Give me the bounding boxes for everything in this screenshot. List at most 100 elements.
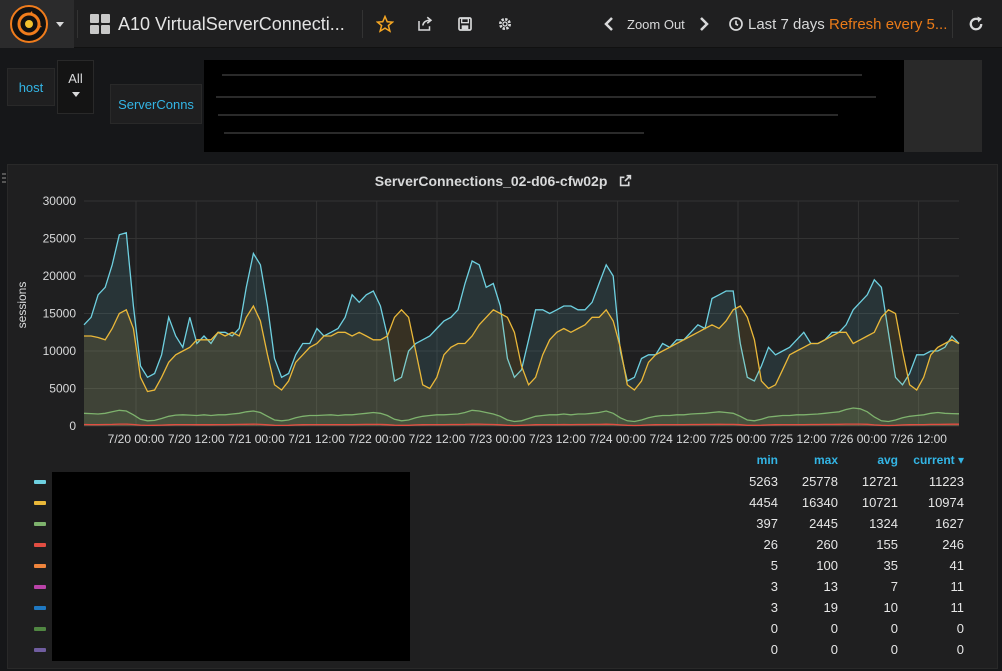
legend-current-value: 11 [950,579,965,594]
legend-row[interactable]: 397 2445 1324 1627 [30,514,975,535]
time-range-button[interactable]: Last 7 days [728,0,825,48]
legend-avg-value: 155 [876,537,898,552]
legend-max-value: 19 [823,600,838,615]
y-axis-label: sessions [15,282,29,329]
legend-header-3[interactable]: current ▾ [904,453,964,469]
redacted-series-name[interactable] [52,577,410,598]
legend-min-value: 4454 [749,495,778,510]
legend-avg-value: 10 [883,600,898,615]
legend-row[interactable]: 5 100 35 41 [30,556,975,577]
legend-header-0[interactable]: min [718,453,778,469]
legend-avg-value: 0 [890,621,898,636]
legend-avg-value: 0 [890,642,898,657]
gear-icon[interactable] [493,12,517,36]
legend-current-value: 11 [950,600,965,615]
legend-max-value: 16340 [801,495,838,510]
legend-avg-value: 7 [890,579,898,594]
grafana-menu-button[interactable] [0,0,74,48]
legend-color-swatch[interactable] [34,606,46,610]
legend-color-swatch[interactable] [34,585,46,589]
redacted-series-name[interactable] [52,535,410,556]
legend-color-swatch[interactable] [34,648,46,652]
redacted-series-name[interactable] [52,556,410,577]
time-range-label: Last 7 days [748,15,825,33]
y-tick-label: 30000 [43,194,77,208]
legend-min-value: 397 [756,516,778,531]
y-tick-label: 25000 [43,232,77,246]
dashboard-title: A10 VirtualServerConnecti... [118,13,345,34]
serverconns-variable-label: ServerConns [110,84,202,124]
legend-color-swatch[interactable] [34,480,46,484]
legend-row[interactable]: 4454 16340 10721 10974 [30,493,975,514]
divider [952,10,953,38]
redacted-series-name[interactable] [52,598,410,619]
x-tick-label: 7/25 12:00 [770,432,827,446]
dashboard-picker-button[interactable]: A10 VirtualServerConnecti... [80,0,362,48]
redacted-series-name[interactable] [52,472,410,493]
chevron-right-icon[interactable] [692,12,716,36]
redacted-series-name[interactable] [52,619,410,640]
grafana-logo-icon [10,5,48,43]
y-tick-label: 15000 [43,307,77,321]
star-icon[interactable] [373,12,397,36]
legend-color-swatch[interactable] [34,543,46,547]
legend-header-1[interactable]: max [778,453,838,469]
legend-current-value: 11223 [928,474,964,489]
x-tick-label: 7/24 12:00 [649,432,706,446]
x-tick-label: 7/23 00:00 [469,432,526,446]
refresh-interval-label: Refresh every 5... [829,15,948,33]
legend-row[interactable]: 3 13 7 11 [30,577,975,598]
legend-min-value: 5 [770,558,778,573]
x-tick-label: 7/21 00:00 [228,432,285,446]
legend-max-value: 0 [830,621,838,636]
x-axis-ticks: 7/20 00:00 7/20 12:00 7/21 00:00 7/21 12:00… [108,432,948,446]
serverconns-label-text: ServerConns [118,96,194,112]
legend-current-value: 41 [949,558,964,573]
divider [362,10,363,38]
dashboard-grid-icon [90,14,110,34]
legend-max-value: 100 [816,558,838,573]
legend-min-value: 3 [770,600,778,615]
legend-current-value: 10974 [927,495,964,510]
chart-series-areas [83,231,960,427]
chevron-down-icon [56,21,64,27]
y-tick-label: 10000 [43,344,77,358]
x-tick-label: 7/22 00:00 [348,432,405,446]
legend-row[interactable]: 0 0 0 0 [30,640,975,661]
x-tick-label: 7/26 12:00 [890,432,947,446]
legend-current-value: 1627 [935,516,964,531]
legend-color-swatch[interactable] [34,627,46,631]
redacted-series-name[interactable] [52,493,410,514]
x-tick-label: 7/21 12:00 [288,432,345,446]
legend-color-swatch[interactable] [34,564,46,568]
chevron-left-icon[interactable] [597,12,621,36]
y-tick-label: 20000 [43,269,77,283]
legend-max-value: 25778 [801,474,838,489]
drag-handle-icon[interactable] [2,173,6,185]
x-tick-label: 7/22 12:00 [409,432,466,446]
legend-current-value: 0 [956,621,964,636]
legend-row[interactable]: 26 260 155 246 [30,535,975,556]
legend-row[interactable]: 3 19 10 11 [30,598,975,619]
legend-avg-value: 35 [883,558,898,573]
redacted-series-name[interactable] [52,514,410,535]
redacted-series-name[interactable] [52,640,410,661]
x-tick-label: 7/26 00:00 [830,432,887,446]
legend-color-swatch[interactable] [34,501,46,505]
zoom-out-button[interactable]: Zoom Out [627,0,685,48]
legend-header-2[interactable]: avg [838,453,898,469]
x-tick-label: 7/23 12:00 [529,432,586,446]
legend-row[interactable]: 5263 25778 12721 11223 [30,472,975,493]
y-tick-label: 0 [69,419,76,433]
legend-row[interactable]: 0 0 0 0 [30,619,975,640]
save-icon[interactable] [453,12,477,36]
legend-color-swatch[interactable] [34,522,46,526]
refresh-interval-button[interactable]: Refresh every 5... [829,0,947,48]
legend-avg-value: 10721 [861,495,898,510]
share-icon[interactable] [413,12,437,36]
host-variable-select[interactable]: All [57,60,94,114]
legend-max-value: 13 [823,579,838,594]
top-navbar: A10 VirtualServerConnecti... Zoom Out La… [0,0,1002,48]
host-variable-label: host [7,68,55,106]
refresh-icon[interactable] [964,12,988,36]
